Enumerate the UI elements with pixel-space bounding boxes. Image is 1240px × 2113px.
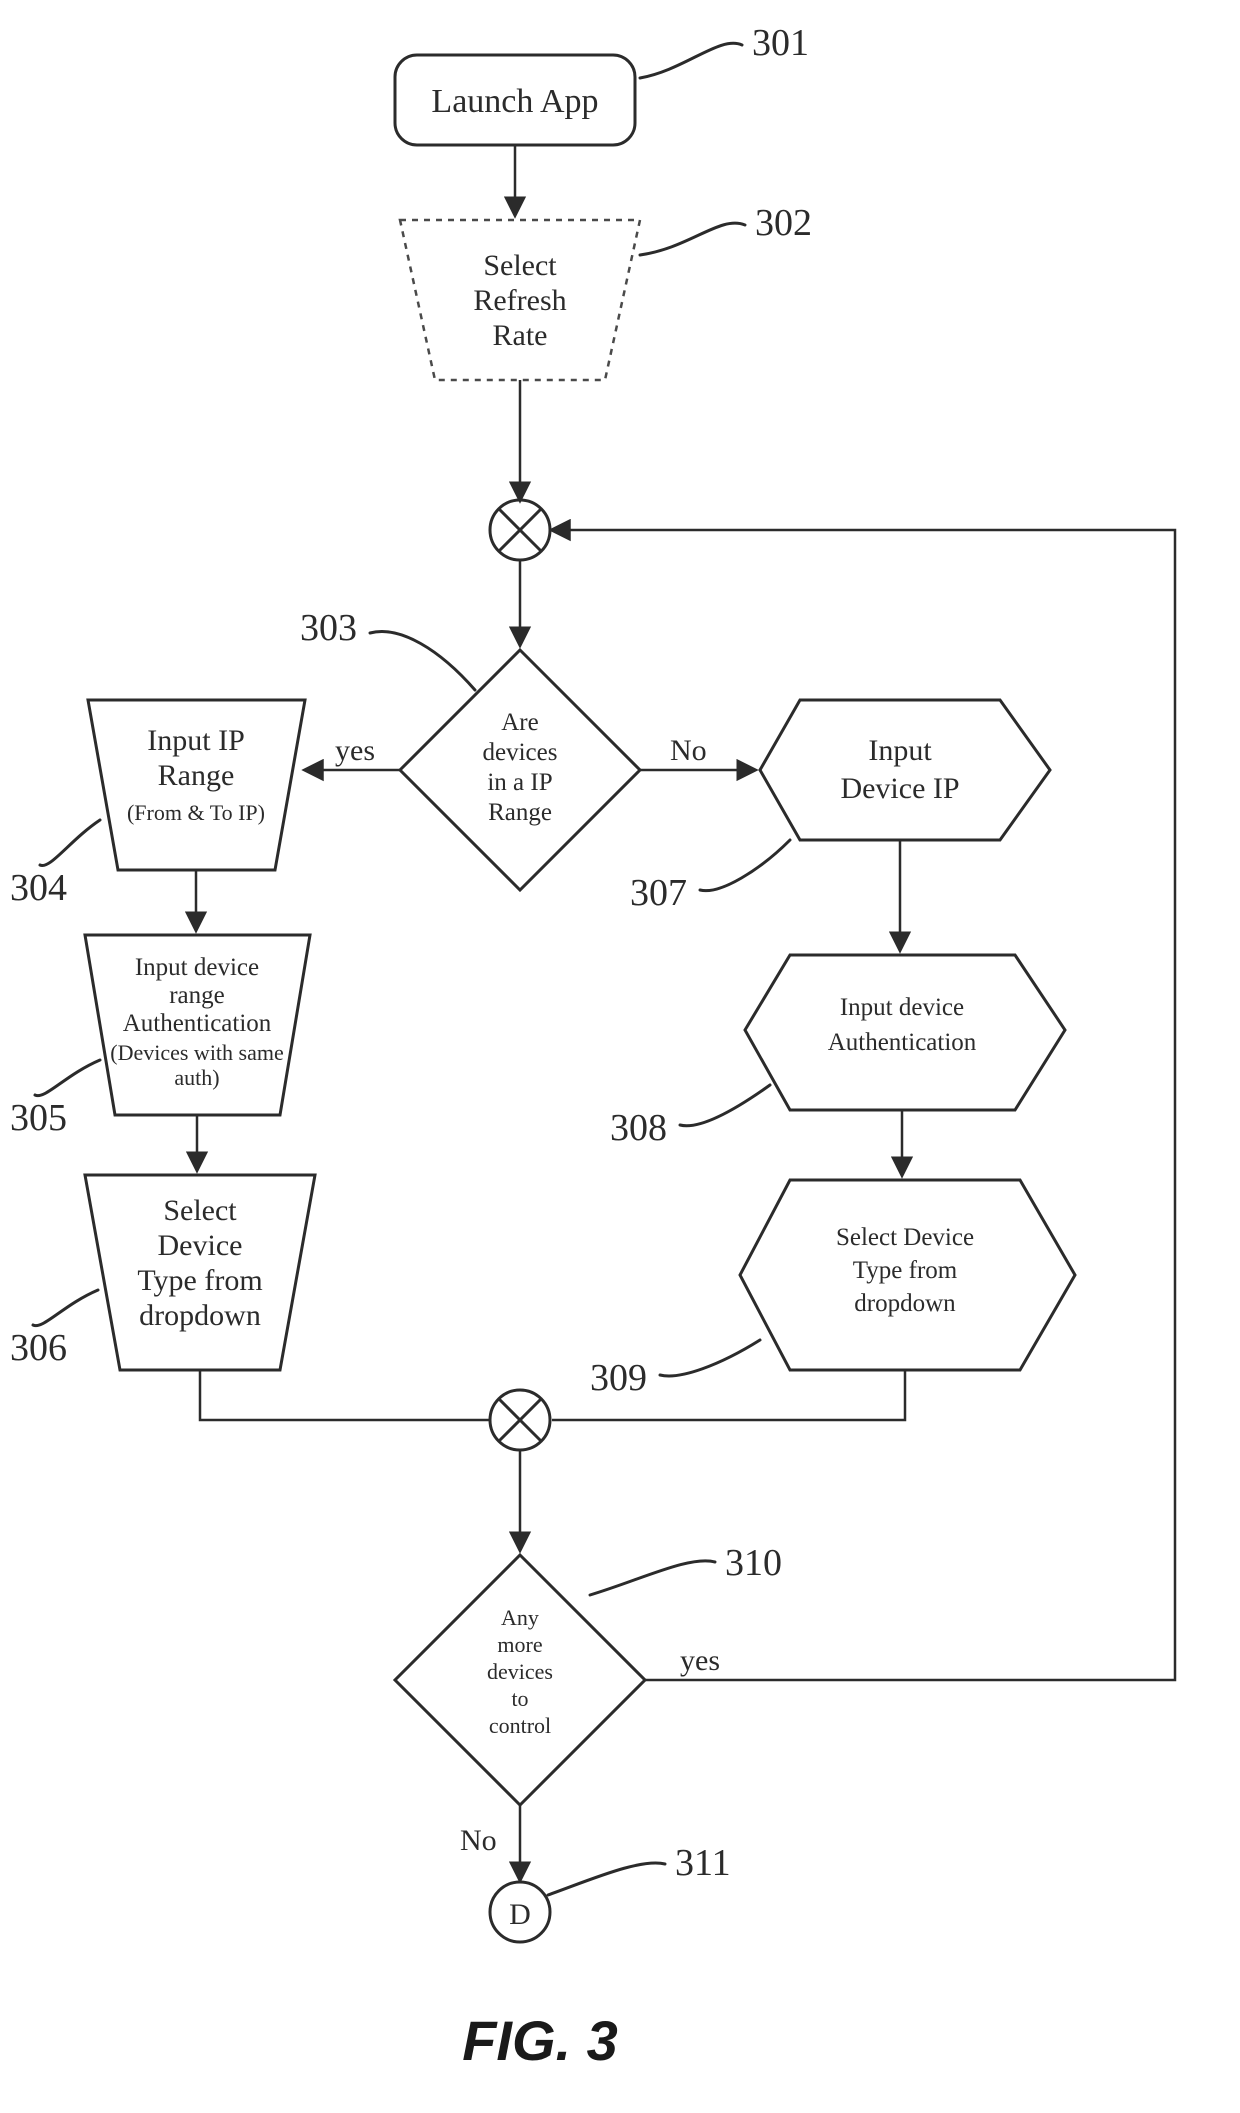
figure-title: FIG. 3	[462, 2009, 618, 2072]
label-301: 301	[752, 22, 809, 64]
svg-text:Are: Are	[501, 709, 538, 736]
svg-text:Input: Input	[868, 734, 932, 767]
svg-text:Rate: Rate	[493, 319, 548, 352]
svg-text:auth): auth)	[174, 1065, 219, 1090]
node-input-range-auth: Input device range Authentication (Devic…	[85, 935, 310, 1115]
leader-304	[40, 820, 100, 866]
label-310: 310	[725, 1542, 782, 1584]
svg-text:Input IP: Input IP	[147, 724, 245, 757]
svg-text:(Devices with same: (Devices with same	[110, 1040, 284, 1065]
svg-text:Select: Select	[483, 249, 557, 282]
leader-308	[680, 1085, 770, 1126]
svg-text:control: control	[489, 1713, 551, 1738]
svg-text:Select: Select	[163, 1194, 237, 1227]
edge-303-no-label: No	[670, 734, 707, 767]
label-302: 302	[755, 202, 812, 244]
node-select-type-range: Select Device Type from dropdown	[85, 1175, 315, 1370]
edge-306-sum2	[200, 1370, 490, 1420]
junction-sum-top	[490, 500, 550, 560]
svg-text:Input device: Input device	[135, 954, 259, 981]
svg-text:Range: Range	[488, 799, 552, 826]
svg-text:more: more	[497, 1632, 542, 1657]
leader-301	[640, 43, 742, 78]
svg-text:devices: devices	[483, 739, 558, 766]
svg-text:devices: devices	[487, 1659, 553, 1684]
label-308: 308	[610, 1107, 667, 1149]
svg-text:Type from: Type from	[853, 1257, 958, 1284]
edge-310-yes-loop	[552, 530, 1175, 1680]
node-connector-d: D	[490, 1882, 550, 1942]
edge-303-yes-label: yes	[335, 734, 375, 767]
junction-sum-bottom	[490, 1390, 550, 1450]
leader-306	[33, 1290, 98, 1326]
node-input-ip-range: Input IP Range (From & To IP)	[88, 700, 305, 870]
leader-309	[660, 1340, 760, 1376]
svg-text:Device: Device	[158, 1229, 243, 1262]
label-305: 305	[10, 1097, 67, 1139]
label-311: 311	[675, 1842, 731, 1884]
label-307: 307	[630, 872, 687, 914]
svg-text:Device IP: Device IP	[840, 772, 959, 805]
svg-text:dropdown: dropdown	[139, 1299, 261, 1332]
edge-310-no-label: No	[460, 1824, 497, 1857]
node-launch-app: Launch App	[395, 55, 635, 145]
svg-text:to: to	[511, 1686, 528, 1711]
node-input-device-ip: Input Device IP	[760, 700, 1050, 840]
leader-305	[35, 1060, 100, 1096]
svg-text:D: D	[509, 1898, 531, 1931]
svg-text:range: range	[169, 982, 225, 1009]
edge-310-yes-label: yes	[680, 1644, 720, 1677]
svg-text:in a IP: in a IP	[487, 769, 552, 796]
leader-311	[548, 1863, 665, 1895]
node-decision-ip-range: Are devices in a IP Range	[400, 650, 640, 890]
node-select-type-single: Select Device Type from dropdown	[740, 1180, 1075, 1370]
svg-text:dropdown: dropdown	[854, 1290, 956, 1317]
leader-310	[590, 1561, 715, 1595]
label-304: 304	[10, 867, 67, 909]
svg-text:Select Device: Select Device	[836, 1224, 974, 1251]
leader-303	[370, 632, 475, 690]
svg-text:Refresh: Refresh	[473, 284, 566, 317]
flowchart-fig3: Launch App 301 Select Refresh Rate 302 A…	[0, 0, 1240, 2113]
label-309: 309	[590, 1357, 647, 1399]
svg-text:Any: Any	[501, 1605, 539, 1630]
label-303: 303	[300, 607, 357, 649]
svg-text:Input device: Input device	[840, 994, 964, 1021]
svg-text:Authentication: Authentication	[123, 1010, 272, 1037]
svg-text:Range: Range	[158, 759, 235, 792]
leader-302	[640, 223, 745, 255]
node-launch-app-text: Launch App	[431, 83, 598, 120]
svg-text:(From & To IP): (From & To IP)	[127, 800, 265, 825]
leader-307	[700, 840, 790, 891]
svg-text:Authentication: Authentication	[828, 1029, 977, 1056]
node-decision-more-devices: Any more devices to control	[395, 1555, 645, 1805]
label-306: 306	[10, 1327, 67, 1369]
svg-text:Type from: Type from	[137, 1264, 262, 1297]
node-input-device-auth: Input device Authentication	[745, 955, 1065, 1110]
node-select-refresh-rate: Select Refresh Rate	[400, 220, 640, 380]
